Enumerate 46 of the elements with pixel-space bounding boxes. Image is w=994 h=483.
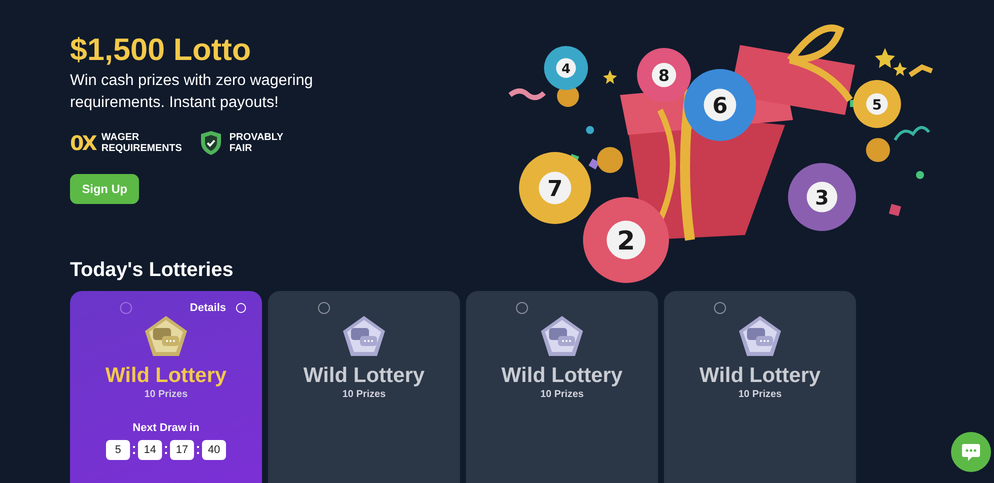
ticket-badge-icon: [738, 315, 782, 357]
shield-check-icon: [199, 130, 224, 156]
lottery-card[interactable]: Wild Lottery 10 Prizes: [466, 291, 658, 483]
ball-number: 2: [616, 226, 636, 256]
info-icon: [236, 303, 246, 313]
hero-subtitle: Win cash prizes with zero wagering requirements. Instant payouts!: [70, 71, 314, 113]
chat-icon: [961, 442, 981, 462]
lottery-name: Wild Lottery: [501, 363, 623, 389]
lottery-card[interactable]: Wild Lottery 10 Prizes: [268, 291, 460, 483]
ball-number: 6: [712, 94, 728, 119]
chat-button[interactable]: [951, 432, 991, 472]
feature-label: WAGER REQUIREMENTS: [101, 132, 183, 154]
ball-number: 3: [815, 185, 829, 210]
countdown-separator-icon: [197, 446, 199, 454]
ball-number: 8: [658, 66, 670, 85]
ticket-badge-icon: [144, 315, 188, 357]
prize-count: 10 Prizes: [540, 389, 584, 400]
countdown-value: 5: [106, 440, 130, 460]
ball-number: 7: [547, 176, 563, 202]
lottery-name: Wild Lottery: [105, 363, 227, 389]
ball-number: 5: [872, 97, 882, 114]
lottery-card[interactable]: Details Wild Lottery 10 Prizes Next Draw in 5 14 17 40: [70, 291, 262, 483]
ring-icon: [120, 302, 132, 314]
ticket-badge-icon: [342, 315, 386, 357]
ring-icon: [714, 302, 726, 314]
hero-title: $1,500 Lotto: [70, 31, 252, 69]
section-heading: Today's Lotteries: [70, 258, 234, 282]
prize-count: 10 Prizes: [144, 389, 188, 400]
details-link[interactable]: Details: [190, 302, 226, 314]
next-draw-label: Next Draw in: [132, 422, 200, 434]
countdown-value: 14: [138, 440, 162, 460]
ring-icon: [318, 302, 330, 314]
countdown-separator-icon: [165, 446, 167, 454]
ring-icon: [516, 302, 528, 314]
lottery-name: Wild Lottery: [699, 363, 821, 389]
ball-number: 4: [561, 62, 571, 77]
countdown-separator-icon: [133, 446, 135, 454]
lottery-name: Wild Lottery: [303, 363, 425, 389]
lottery-card[interactable]: Wild Lottery 10 Prizes: [664, 291, 856, 483]
prize-count: 10 Prizes: [738, 389, 782, 400]
zero-wager-label: 0X: [70, 131, 96, 155]
countdown-value: 17: [170, 440, 194, 460]
feature-label: PROVABLY FAIR: [229, 132, 284, 154]
ticket-badge-icon: [540, 315, 584, 357]
prize-count: 10 Prizes: [342, 389, 386, 400]
countdown-value: 40: [202, 440, 226, 460]
